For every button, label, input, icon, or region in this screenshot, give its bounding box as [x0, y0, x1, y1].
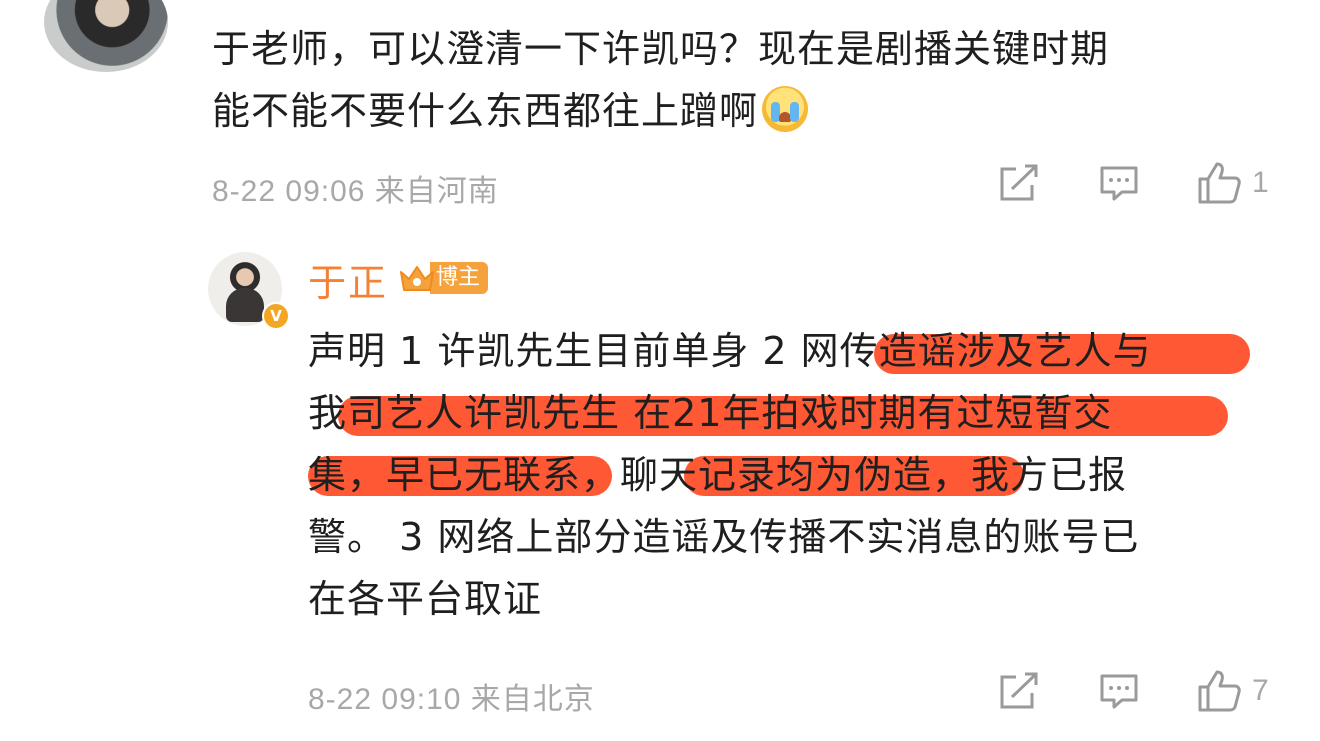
like-button[interactable]: 1 [1196, 160, 1269, 206]
comment-icon [1100, 674, 1138, 709]
share-button[interactable] [996, 668, 1040, 714]
comment-text-line: 能不能不要什么东西都往上蹭啊 [212, 80, 1272, 142]
reply-text-line: 声明 1 许凯先生目前单身 2 网传造谣涉及艺人与 [308, 320, 1268, 382]
blogger-badge-label: 博主 [430, 262, 489, 294]
comment-text: 于老师，可以澄清一下许凯吗？现在是剧播关键时期 能不能不要什么东西都往上蹭啊 [212, 18, 1272, 142]
comment-button[interactable] [1098, 668, 1140, 714]
reply-meta: 8-22 09:10 来自北京 [308, 683, 595, 716]
like-icon [1198, 670, 1241, 712]
like-icon [1198, 162, 1241, 204]
comment-meta: 8-22 09:06 来自河南 [212, 175, 499, 208]
comment-item: 于老师，可以澄清一下许凯吗？现在是剧播关键时期 能不能不要什么东西都往上蹭啊 8… [0, 0, 1320, 236]
share-icon [1000, 164, 1038, 201]
comment-icon [1100, 166, 1138, 201]
share-button[interactable] [996, 160, 1040, 206]
comment-text-line: 于老师，可以澄清一下许凯吗？现在是剧播关键时期 [212, 27, 1110, 71]
crown-icon [398, 262, 436, 294]
avatar[interactable]: V [208, 252, 290, 330]
reply-text-line: 集，早已无联系，聊天记录均为伪造，我方已报 [308, 453, 1128, 497]
verified-badge: V [262, 302, 290, 330]
like-count: 1 [1252, 166, 1269, 199]
reply-text-line: 我司艺人许凯先生 在21年拍戏时期有过短暂交 [308, 382, 1268, 444]
avatar[interactable] [44, 0, 168, 72]
share-icon [1000, 672, 1038, 709]
comment-button[interactable] [1098, 160, 1140, 206]
reply-text-line: 警。 3 网络上部分造谣及传播不实消息的账号已 [308, 515, 1140, 559]
reply-text-line: 在各平台取证 [308, 577, 543, 621]
author-name[interactable]: 于正 [308, 252, 388, 307]
crying-emoji-icon [762, 86, 809, 132]
like-button[interactable]: 7 [1196, 668, 1269, 714]
blogger-badge: 博主 [398, 260, 489, 296]
reply-text: 声明 1 许凯先生目前单身 2 网传造谣涉及艺人与 我司艺人许凯先生 在21年拍… [308, 320, 1268, 630]
like-count: 7 [1252, 674, 1269, 707]
